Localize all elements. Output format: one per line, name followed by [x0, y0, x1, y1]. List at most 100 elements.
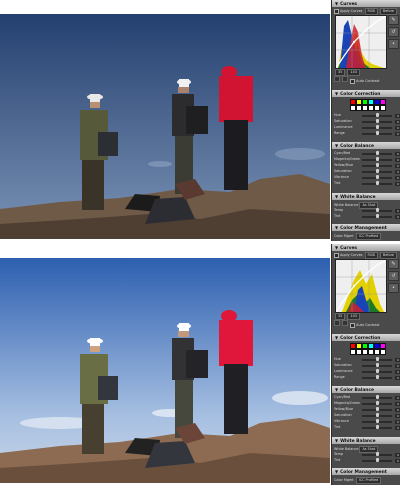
checkbox-icon[interactable]	[334, 252, 339, 258]
color-correction-header[interactable]: ▼ Color Correction	[332, 334, 400, 341]
slider-knob[interactable]	[375, 131, 379, 136]
slider-knob[interactable]	[375, 181, 379, 186]
magenta-green-slider[interactable]	[362, 157, 392, 162]
tint-slider[interactable]	[362, 425, 392, 430]
slider-value[interactable]: 0	[395, 425, 400, 430]
slider-value[interactable]: 0	[395, 458, 400, 463]
slider-knob[interactable]	[375, 407, 379, 412]
slider-value[interactable]: 0	[395, 208, 400, 213]
slider-knob[interactable]	[375, 175, 379, 180]
point-icon[interactable]: •	[388, 283, 399, 293]
slider-value[interactable]: 0	[395, 369, 400, 374]
slider-knob[interactable]	[375, 369, 379, 374]
slider-value[interactable]: 0	[395, 407, 400, 412]
white-balance-header[interactable]: ▼ White Balance	[332, 193, 400, 200]
slider-value[interactable]: 0	[395, 169, 400, 174]
saturation-slider[interactable]	[362, 413, 392, 418]
slider-value[interactable]: 0	[395, 163, 400, 168]
slider-value[interactable]: 0	[395, 357, 400, 362]
slider-value[interactable]: 0	[395, 452, 400, 457]
color-management-header[interactable]: ▼ Color Management	[332, 468, 400, 475]
point-icon[interactable]: •	[388, 39, 399, 49]
color-balance-header[interactable]: ▼ Color Balance	[332, 142, 400, 149]
curve-input-value[interactable]: 35	[335, 313, 346, 320]
slider-value[interactable]: 0	[395, 181, 400, 186]
slider-value[interactable]: 0	[395, 157, 400, 162]
slider-value[interactable]: 0	[395, 151, 400, 156]
slider-knob[interactable]	[375, 357, 379, 362]
slider-knob[interactable]	[375, 113, 379, 118]
slider-knob[interactable]	[375, 214, 379, 219]
slider-value[interactable]: 0	[395, 131, 400, 136]
slider-knob[interactable]	[375, 458, 379, 463]
saturation-slider[interactable]	[362, 363, 392, 368]
slider-value[interactable]: 0	[395, 401, 400, 406]
curves-graph[interactable]	[335, 259, 387, 313]
slider-value[interactable]: 0	[395, 395, 400, 400]
slider-value[interactable]: 0	[395, 413, 400, 418]
temp-slider[interactable]	[362, 452, 392, 457]
cyan-red-slider[interactable]	[362, 395, 392, 400]
slider-knob[interactable]	[375, 419, 379, 424]
checkbox-icon[interactable]	[350, 322, 356, 328]
white-balance-header[interactable]: ▼ White Balance	[332, 437, 400, 444]
eyedropper-black-icon[interactable]	[334, 76, 340, 82]
curve-input-value[interactable]: 35	[335, 69, 346, 76]
slider-knob[interactable]	[375, 125, 379, 130]
slider-value[interactable]: 0	[395, 363, 400, 368]
luminance-slider[interactable]	[362, 125, 392, 130]
slider-knob[interactable]	[375, 208, 379, 213]
yellow-blue-slider[interactable]	[362, 407, 392, 412]
slider-knob[interactable]	[375, 363, 379, 368]
eyedropper-icon[interactable]: ✎	[388, 15, 399, 25]
slider-value[interactable]: 0	[395, 113, 400, 118]
eyedropper-black-icon[interactable]	[334, 320, 340, 326]
slider-knob[interactable]	[375, 169, 379, 174]
luminance-slider[interactable]	[362, 369, 392, 374]
vibrance-slider[interactable]	[362, 175, 392, 180]
slider-knob[interactable]	[375, 151, 379, 156]
curves-header[interactable]: ▼ Curves	[332, 0, 400, 7]
color-mgmt-select[interactable]: ICC Profiled	[355, 233, 382, 240]
slider-value[interactable]: 0	[395, 119, 400, 124]
reset-icon[interactable]: ↺	[388, 271, 399, 281]
slider-knob[interactable]	[375, 425, 379, 430]
curve-output-value[interactable]: 143	[347, 69, 360, 76]
reset-icon[interactable]: ↺	[388, 27, 399, 37]
slider-knob[interactable]	[375, 401, 379, 406]
saturation-slider[interactable]	[362, 169, 392, 174]
curves-header[interactable]: ▼ Curves	[332, 244, 400, 251]
channel-select[interactable]: RGB	[364, 252, 378, 259]
color-mgmt-select[interactable]: ICC Profiled	[355, 477, 382, 484]
color-swatch-icon[interactable]	[380, 349, 386, 355]
eyedropper-icon[interactable]: ✎	[388, 259, 399, 269]
slider-knob[interactable]	[375, 375, 379, 380]
color-management-header[interactable]: ▼ Color Management	[332, 224, 400, 231]
mode-select[interactable]: Before	[379, 252, 397, 259]
slider-knob[interactable]	[375, 395, 379, 400]
mode-select[interactable]: Before	[379, 8, 397, 15]
cyan-red-slider[interactable]	[362, 151, 392, 156]
magenta-green-slider[interactable]	[362, 401, 392, 406]
hue-slider[interactable]	[362, 357, 392, 362]
color-swatch-icon[interactable]	[380, 105, 386, 111]
slider-value[interactable]: 0	[395, 419, 400, 424]
yellow-blue-slider[interactable]	[362, 163, 392, 168]
slider-knob[interactable]	[375, 452, 379, 457]
slider-value[interactable]: 0	[395, 175, 400, 180]
slider-knob[interactable]	[375, 163, 379, 168]
tint-slider[interactable]	[362, 458, 392, 463]
curve-output-value[interactable]: 143	[347, 313, 360, 320]
color-balance-header[interactable]: ▼ Color Balance	[332, 386, 400, 393]
vibrance-slider[interactable]	[362, 419, 392, 424]
temp-slider[interactable]	[362, 208, 392, 213]
slider-value[interactable]: 0	[395, 375, 400, 380]
saturation-slider[interactable]	[362, 119, 392, 124]
slider-value[interactable]: 0	[395, 125, 400, 130]
slider-knob[interactable]	[375, 119, 379, 124]
checkbox-icon[interactable]	[334, 8, 339, 14]
slider-knob[interactable]	[375, 157, 379, 162]
tint-slider[interactable]	[362, 181, 392, 186]
color-correction-header[interactable]: ▼ Color Correction	[332, 90, 400, 97]
range-slider[interactable]	[362, 131, 392, 136]
